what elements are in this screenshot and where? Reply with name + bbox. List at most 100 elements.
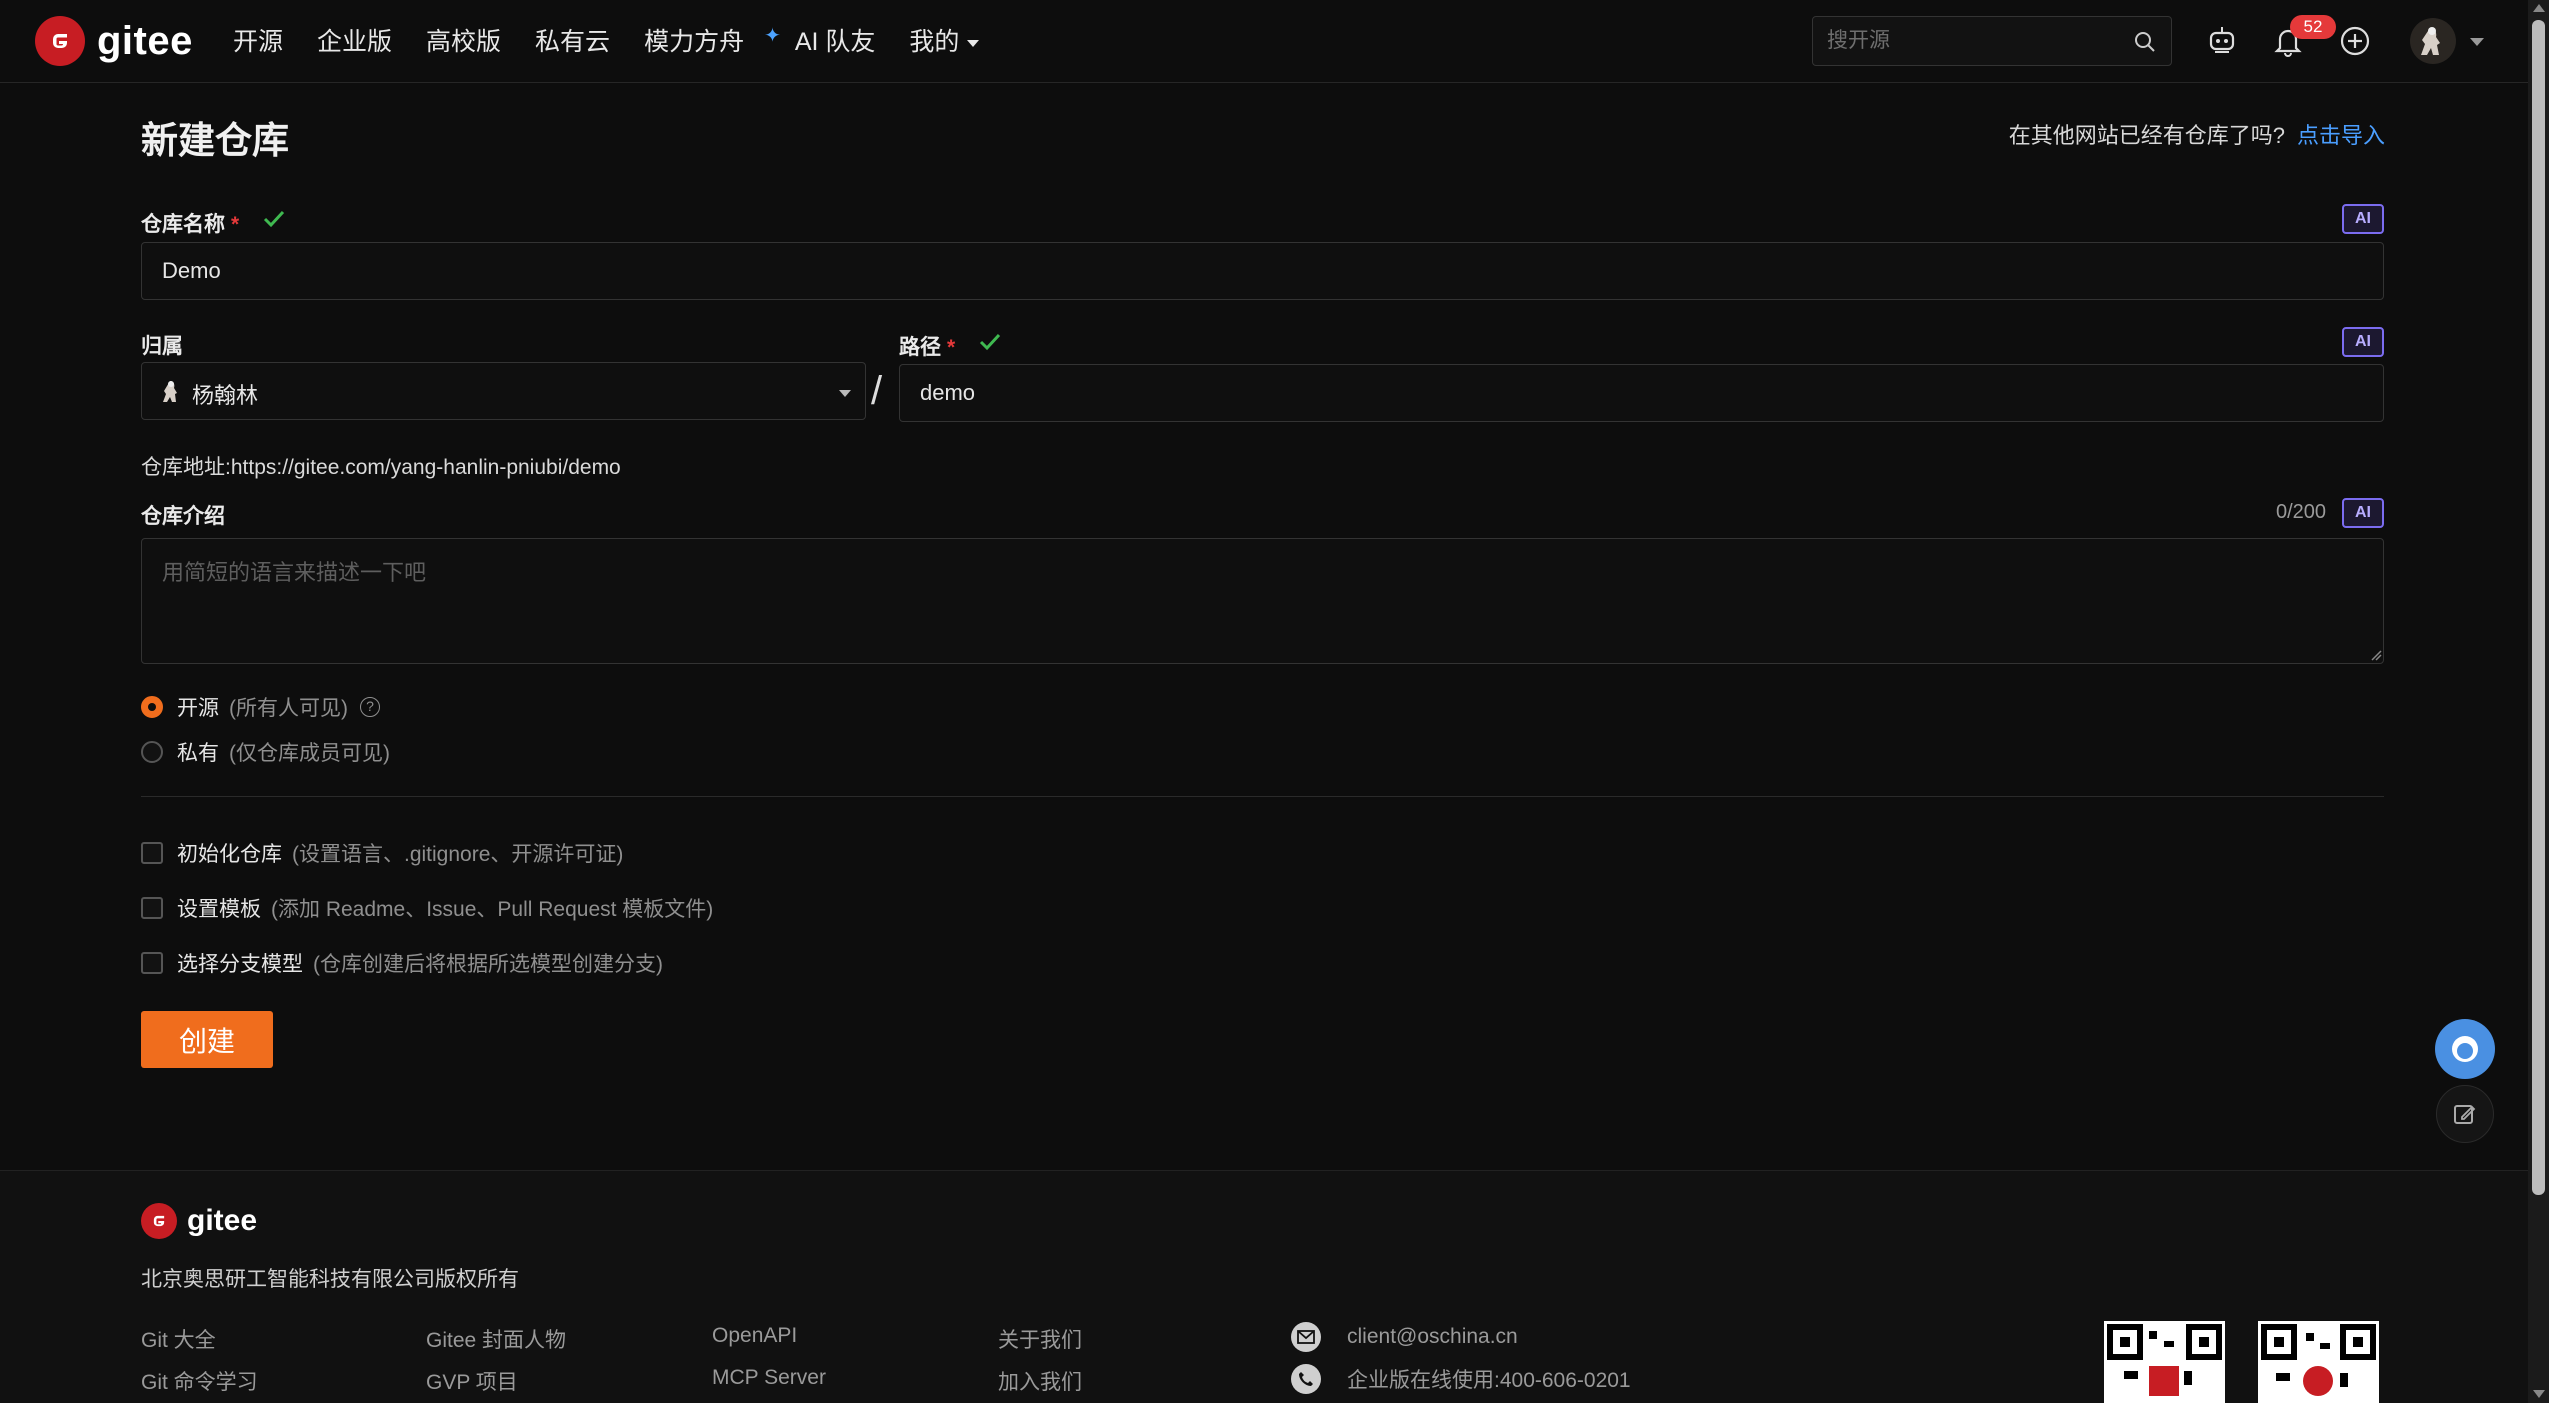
repo-name-label: 仓库名称 *: [141, 208, 239, 238]
owner-avatar: [163, 381, 177, 402]
checkbox-icon: [141, 842, 163, 864]
scrollbar[interactable]: [2528, 0, 2549, 1403]
repo-name-label-text: 仓库名称: [141, 213, 225, 236]
description-textarea[interactable]: [162, 555, 2362, 655]
visibility-private-radio[interactable]: 私有 (仅仓库成员可见): [141, 737, 390, 767]
footer-link-openapi[interactable]: OpenAPI: [712, 1324, 797, 1348]
sparkle-icon: ✦: [764, 25, 781, 47]
nav-item-moli[interactable]: 模力方舟 ✦: [644, 22, 781, 58]
repo-address-label: 仓库地址:: [141, 456, 231, 479]
logo-text: gitee: [97, 18, 193, 63]
search-box: [1812, 16, 2172, 66]
footer-logo-text: gitee: [187, 1204, 258, 1237]
repo-address: 仓库地址:https://gitee.com/yang-hanlin-pniub…: [141, 451, 621, 481]
nav-item-moli-label: 模力方舟: [644, 28, 745, 56]
nav-item-enterprise[interactable]: 企业版: [317, 22, 392, 58]
footer-email: client@oschina.cn: [1291, 1322, 1518, 1352]
repo-address-value: https://gitee.com/yang-hanlin-pniubi/dem…: [230, 456, 621, 479]
gitee-logo-icon: [35, 16, 85, 66]
qr-code-gitee: [2258, 1321, 2379, 1403]
option-template[interactable]: 设置模板 (添加 Readme、Issue、Pull Request 模板文件): [141, 893, 713, 923]
nav-item-mine-label: 我的: [909, 28, 960, 56]
notification-badge: 52: [2290, 15, 2336, 39]
create-button[interactable]: 创建: [141, 1011, 273, 1068]
divider: [141, 796, 2384, 797]
path-label: 路径 *: [899, 331, 955, 361]
description-field: [141, 538, 2384, 664]
radio-selected-icon: [141, 696, 163, 718]
footer-link-gvp[interactable]: GVP 项目: [426, 1366, 518, 1396]
footer-link-git-learn[interactable]: Git 命令学习: [141, 1366, 258, 1396]
required-mark: *: [231, 213, 240, 236]
page-title: 新建仓库: [141, 120, 289, 161]
option-branch-hint: (仓库创建后将根据所选模型创建分支): [313, 953, 663, 976]
repo-name-input[interactable]: [162, 243, 2362, 299]
check-icon: [263, 210, 285, 228]
option-init-hint: (设置语言、.gitignore、开源许可证): [292, 843, 624, 866]
owner-label: 归属: [141, 335, 183, 358]
ai-button-path[interactable]: AI: [2342, 327, 2384, 357]
visibility-public-hint: (所有人可见): [229, 697, 348, 720]
description-counter: 0/200: [2276, 501, 2327, 523]
footer-link-git-guide[interactable]: Git 大全: [141, 1324, 216, 1354]
customer-service-button[interactable]: [2435, 1019, 2495, 1079]
footer-link-join[interactable]: 加入我们: [998, 1366, 1082, 1396]
chat-bubble-icon: [2452, 1036, 2478, 1062]
option-branch-model[interactable]: 选择分支模型 (仓库创建后将根据所选模型创建分支): [141, 948, 663, 978]
phone-icon: [1291, 1364, 1321, 1394]
path-separator: /: [871, 369, 883, 413]
import-prompt-text: 在其他网站已经有仓库了吗?: [2008, 123, 2285, 148]
path-input[interactable]: [920, 365, 2360, 421]
search-icon[interactable]: [2133, 30, 2157, 54]
visibility-private-hint: (仅仓库成员可见): [229, 742, 390, 765]
required-mark: *: [947, 336, 956, 359]
visibility-public-radio[interactable]: 开源 (所有人可见) ?: [141, 692, 380, 722]
repo-name-field: [141, 242, 2384, 300]
nav-item-ai-teammate[interactable]: AI 队友: [795, 22, 876, 58]
footer-phone-text: 企业版在线使用:400-606-0201: [1347, 1369, 1631, 1392]
scroll-up-icon[interactable]: [2533, 4, 2545, 12]
avatar-chevron-icon[interactable]: [2470, 38, 2484, 46]
path-field: [899, 364, 2384, 422]
gitee-logo-icon: [141, 1203, 177, 1239]
resize-handle-icon[interactable]: [2370, 649, 2382, 661]
owner-select[interactable]: 杨翰林: [141, 362, 866, 420]
nav-item-opensource[interactable]: 开源: [233, 22, 283, 58]
gitee-logo[interactable]: gitee: [35, 16, 193, 66]
ai-button-description[interactable]: AI: [2342, 498, 2384, 528]
visibility-public-label: 开源: [177, 697, 219, 720]
chevron-down-icon: [967, 39, 980, 47]
top-navbar: gitee 开源 企业版 高校版 私有云 模力方舟 ✦ AI 队友 我的 52: [0, 0, 2528, 83]
import-link[interactable]: 点击导入: [2297, 123, 2385, 148]
nav-item-education[interactable]: 高校版: [426, 22, 501, 58]
ai-button-name[interactable]: AI: [2342, 204, 2384, 234]
qr-code-wechat: [2104, 1321, 2225, 1403]
footer-link-mcp[interactable]: MCP Server: [712, 1366, 826, 1390]
footer-email-text[interactable]: client@oschina.cn: [1347, 1325, 1518, 1349]
checkbox-icon: [141, 897, 163, 919]
user-avatar[interactable]: [2410, 18, 2456, 64]
robot-icon[interactable]: [2207, 24, 2237, 58]
footer: gitee 北京奥思研工智能科技有限公司版权所有 Git 大全 Git 命令学习…: [0, 1170, 2528, 1403]
mail-icon: [1291, 1322, 1321, 1352]
plus-circle-icon[interactable]: [2339, 24, 2371, 58]
scroll-down-icon[interactable]: [2533, 1390, 2545, 1398]
help-icon[interactable]: ?: [360, 697, 380, 717]
description-label: 仓库介绍: [141, 505, 225, 528]
search-input[interactable]: [1827, 17, 2127, 65]
option-template-hint: (添加 Readme、Issue、Pull Request 模板文件): [271, 898, 714, 921]
nav-item-mine[interactable]: 我的: [909, 22, 980, 58]
feedback-button[interactable]: [2436, 1085, 2494, 1143]
footer-logo[interactable]: gitee: [141, 1203, 257, 1239]
chevron-down-icon: [839, 390, 851, 397]
main-nav: 开源 企业版 高校版 私有云 模力方舟 ✦ AI 队友 我的: [233, 22, 980, 58]
footer-link-cover-people[interactable]: Gitee 封面人物: [426, 1324, 566, 1354]
footer-link-about[interactable]: 关于我们: [998, 1324, 1082, 1354]
page: gitee 开源 企业版 高校版 私有云 模力方舟 ✦ AI 队友 我的 52 新…: [0, 0, 2549, 1403]
option-init-label: 初始化仓库: [177, 843, 282, 866]
option-init-repo[interactable]: 初始化仓库 (设置语言、.gitignore、开源许可证): [141, 838, 623, 868]
footer-phone: 企业版在线使用:400-606-0201: [1291, 1364, 1631, 1394]
option-template-label: 设置模板: [177, 898, 261, 921]
scrollbar-thumb[interactable]: [2532, 20, 2545, 1195]
nav-item-private-cloud[interactable]: 私有云: [535, 22, 610, 58]
